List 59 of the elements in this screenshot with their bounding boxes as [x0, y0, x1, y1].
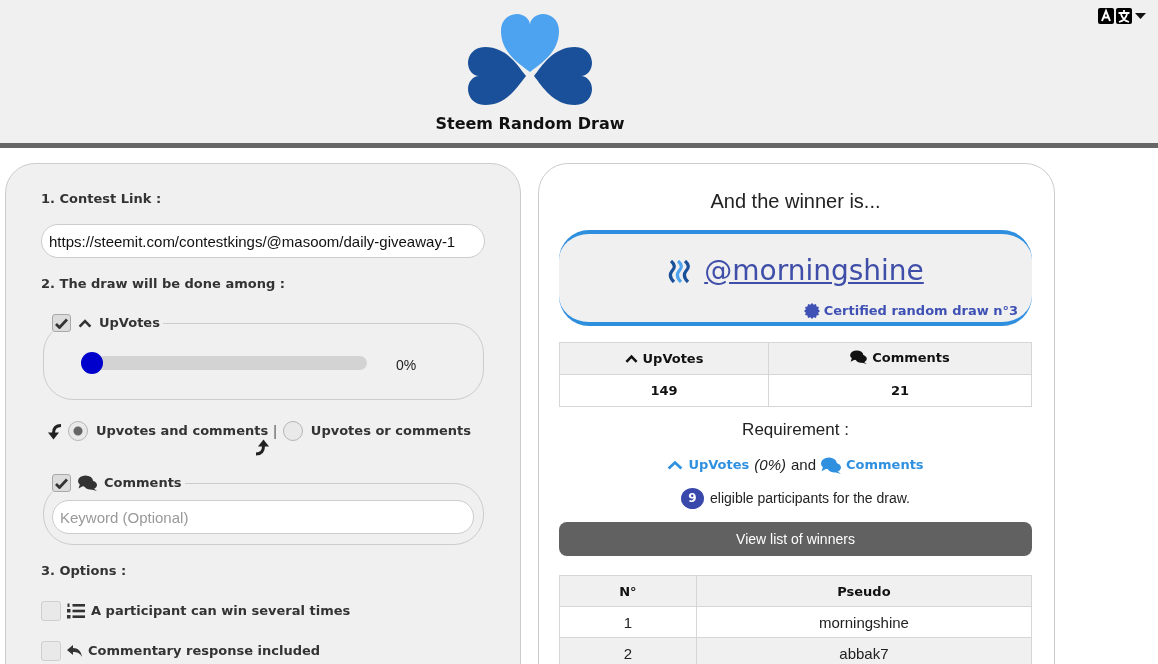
seal-icon: [803, 303, 820, 319]
table-cell: 1: [559, 606, 697, 638]
section-label: 2. The draw will be done among :: [41, 275, 286, 293]
checkbox-label: Comments: [104, 474, 182, 492]
option-checkbox[interactable]: [41, 641, 61, 661]
app-title: Steem Random Draw: [435, 114, 625, 134]
table-cell: 2: [559, 637, 697, 664]
tick-icon: [55, 317, 68, 329]
option-label: Commentary response included: [88, 642, 321, 660]
winner-link[interactable]: @morningshine: [704, 253, 924, 289]
separator: |: [273, 422, 277, 440]
comments-icon: [850, 350, 868, 365]
stat-value: 149: [559, 374, 769, 407]
requirement-heading: Requirement :: [741, 419, 850, 441]
section-label: 3. Options :: [41, 562, 128, 580]
slider-reading: 0%: [396, 356, 417, 373]
comments-icon: [78, 475, 97, 491]
column-title: UpVotes: [642, 351, 704, 366]
comments-checkbox[interactable]: [52, 474, 71, 492]
eligible-text: eligible participants for the draw.: [710, 489, 910, 507]
radio-label: Upvotes and comments: [96, 422, 269, 440]
slider-thumb[interactable]: [81, 352, 103, 374]
count-badge: 9: [681, 487, 704, 509]
reply-icon: [67, 645, 82, 657]
tick-icon: [55, 477, 68, 489]
requirement-share: (0%): [754, 456, 786, 474]
option-label: A participant can win several times: [91, 602, 351, 620]
radio-button[interactable]: [282, 421, 303, 441]
radio-label: Upvotes or comments: [310, 422, 471, 440]
checkbox-label: UpVotes: [99, 314, 160, 332]
column-title: Comments: [872, 349, 950, 365]
language-button[interactable]: [1098, 8, 1146, 24]
curved-arrow-icon: [47, 422, 62, 440]
radio-button[interactable]: [68, 421, 88, 441]
result-heading: And the winner is...: [709, 189, 882, 214]
keyword-field[interactable]: Keyword (Optional): [52, 500, 474, 534]
caret-down-icon: [1135, 13, 1146, 19]
requirement-comments: Comments: [846, 456, 924, 474]
caret-up-icon: [667, 460, 684, 470]
caret-up-icon: [78, 318, 92, 328]
translate-icon: [1098, 8, 1132, 24]
certificate-label: Certified random draw n°3: [823, 302, 1018, 320]
column-header: Pseudo: [696, 575, 1032, 607]
caret-up-icon: [624, 354, 638, 363]
table-cell: abbak7: [696, 637, 1032, 664]
column-header: N°: [559, 575, 697, 607]
upvotes-checkbox[interactable]: [52, 314, 71, 332]
table-cell: morningshine: [696, 606, 1032, 638]
requirement-upvotes: UpVotes: [688, 456, 750, 474]
link-field[interactable]: https://steemit.com/contestkings/@masoom/daily-giveaway-1: [41, 224, 485, 258]
comments-icon: [821, 456, 841, 474]
upvotes-slider[interactable]: [81, 352, 367, 374]
option-checkbox[interactable]: [41, 601, 61, 621]
stat-value: 21: [768, 374, 1032, 407]
curved-arrow-icon: [255, 438, 270, 456]
view-winners-button[interactable]: View list of winners: [559, 522, 1032, 556]
numbered-list-icon: [67, 603, 85, 619]
requirement-conjunction: and: [791, 456, 816, 474]
section-label: 1. Contest Link :: [41, 190, 163, 208]
